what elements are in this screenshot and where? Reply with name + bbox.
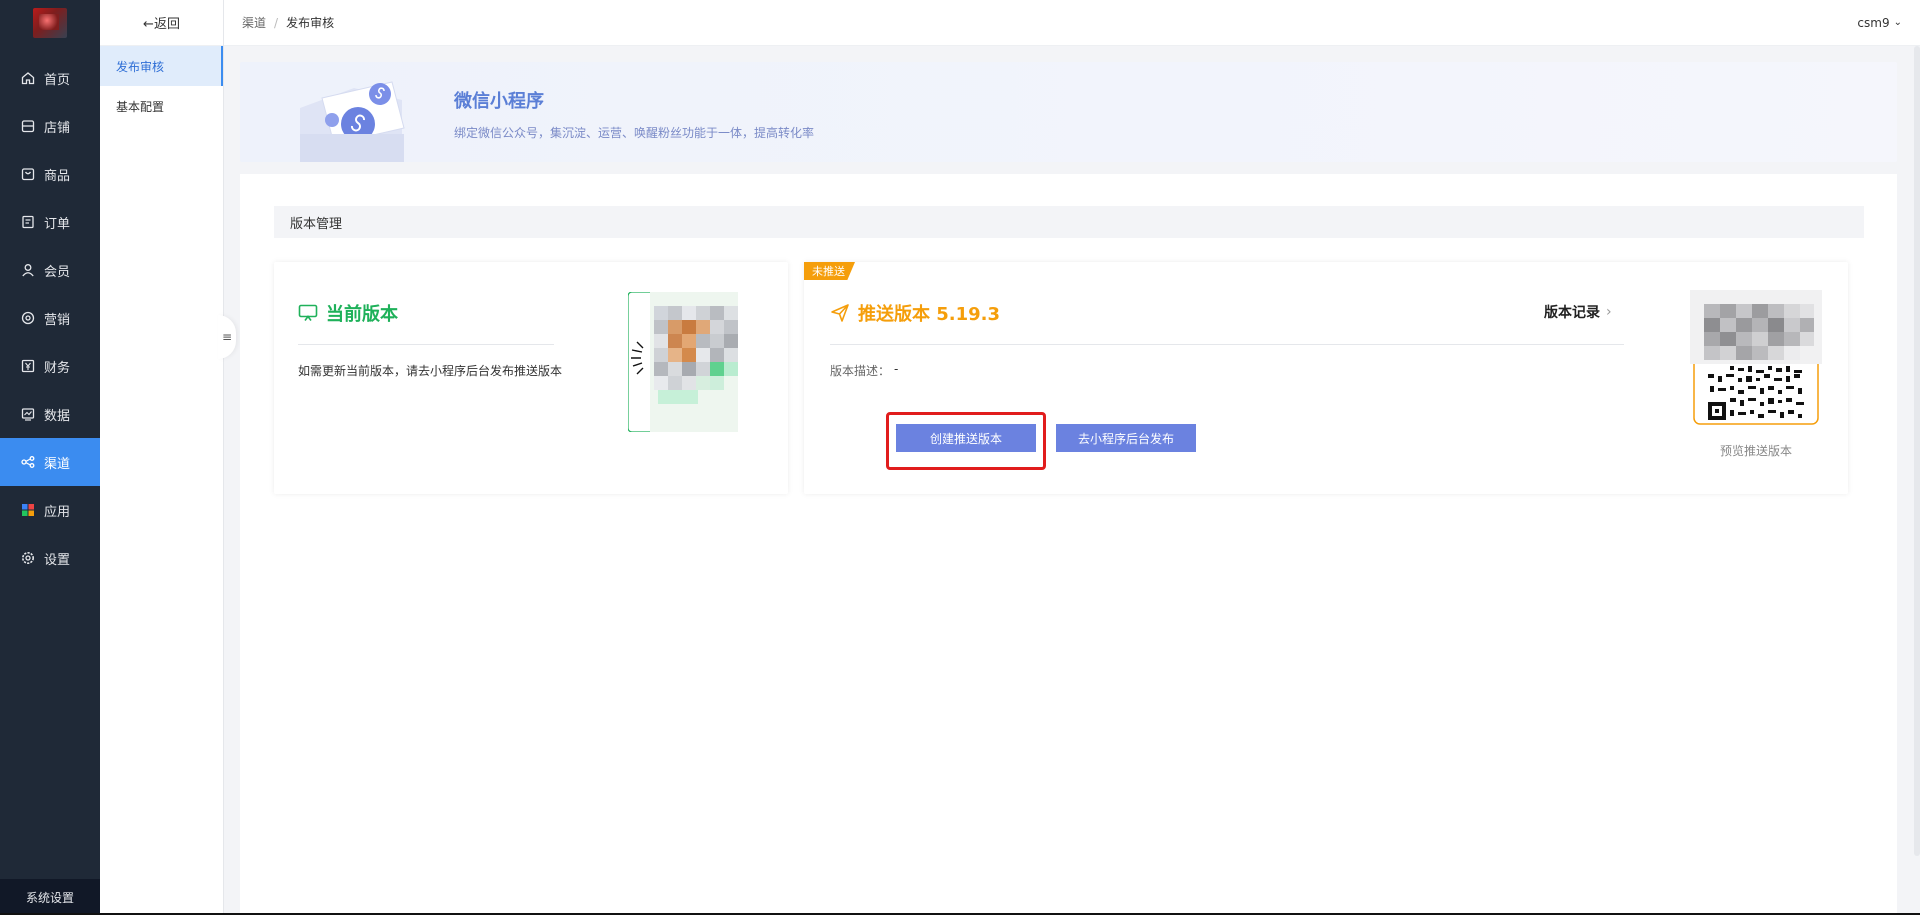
sidebar-item-label: 数据 bbox=[44, 408, 71, 424]
system-settings-button[interactable]: 系统设置 bbox=[0, 879, 100, 915]
sidebar-item-members[interactable]: 会员 bbox=[0, 246, 100, 294]
main-sidebar: 首页 店铺 商品 订单 会员 营销 财务 数据 渠道 应用 设置 系统设置 bbox=[0, 0, 100, 915]
subnav-item-basic-config[interactable]: 基本配置 bbox=[100, 86, 223, 126]
order-icon bbox=[20, 214, 36, 230]
sidebar-item-label: 营销 bbox=[44, 312, 71, 328]
push-version-card: 未推送 推送版本 5.19.3 版本记录 › 版本描述： - 创建推送版本 去小… bbox=[804, 262, 1848, 494]
preview-version-label: 预览推送版本 bbox=[1719, 444, 1792, 458]
breadcrumb: 渠道 / 发布审核 bbox=[242, 14, 334, 31]
username: csm9 bbox=[1857, 15, 1890, 30]
divider bbox=[298, 344, 554, 345]
chevron-right-icon: › bbox=[1606, 304, 1612, 320]
mini-program-banner: 微信小程序 绑定微信公众号，集沉淀、运营、唤醒粉丝功能于一体，提高转化率 bbox=[240, 62, 1897, 162]
monitor-icon bbox=[298, 304, 318, 322]
sidebar-item-channel[interactable]: 渠道 bbox=[0, 438, 100, 486]
main-nav: 首页 店铺 商品 订单 会员 营销 财务 数据 渠道 应用 设置 bbox=[0, 54, 100, 582]
sidebar-item-finance[interactable]: 财务 bbox=[0, 342, 100, 390]
breadcrumb-item-current: 发布审核 bbox=[286, 16, 335, 30]
push-version-title-text: 推送版本 5.19.3 bbox=[858, 304, 1001, 325]
apps-icon bbox=[20, 502, 36, 518]
current-version-title: 当前版本 bbox=[298, 300, 398, 326]
marketing-icon bbox=[20, 310, 36, 326]
collapse-sidebar-handle[interactable]: ≡ bbox=[218, 315, 236, 359]
status-badge: 未推送 bbox=[804, 262, 855, 280]
sidebar-item-marketing[interactable]: 营销 bbox=[0, 294, 100, 342]
version-record-label: 版本记录 bbox=[1544, 305, 1600, 321]
bag-icon bbox=[20, 166, 36, 182]
sidebar-item-apps[interactable]: 应用 bbox=[0, 486, 100, 534]
sidebar-item-data[interactable]: 数据 bbox=[0, 390, 100, 438]
logo bbox=[0, 0, 100, 46]
logo-image bbox=[33, 8, 67, 38]
sidebar-item-settings[interactable]: 设置 bbox=[0, 534, 100, 582]
version-panel: 版本管理 当前版本 如需更新当前版本，请去小程序后台发布推送版本 未推送 推送版… bbox=[240, 174, 1897, 915]
version-desc-value: - bbox=[894, 362, 899, 376]
sidebar-item-label: 商品 bbox=[44, 168, 71, 184]
divider bbox=[830, 344, 1624, 345]
current-version-card: 当前版本 如需更新当前版本，请去小程序后台发布推送版本 bbox=[274, 262, 788, 494]
sidebar-item-orders[interactable]: 订单 bbox=[0, 198, 100, 246]
sidebar-item-label: 店铺 bbox=[44, 120, 71, 136]
banner-title: 微信小程序 bbox=[454, 91, 544, 112]
chevron-down-icon: ⌄ bbox=[1893, 17, 1902, 28]
sidebar-item-label: 财务 bbox=[44, 360, 71, 376]
create-push-version-button[interactable]: 创建推送版本 bbox=[896, 424, 1036, 452]
chart-icon bbox=[20, 406, 36, 422]
preview-qr-code bbox=[1690, 290, 1822, 425]
finance-icon bbox=[20, 358, 36, 374]
sidebar-item-products[interactable]: 商品 bbox=[0, 150, 100, 198]
go-publish-button[interactable]: 去小程序后台发布 bbox=[1056, 424, 1196, 452]
top-header: 渠道 / 发布审核 csm9 ⌄ bbox=[224, 0, 1920, 46]
sidebar-item-label: 应用 bbox=[44, 504, 71, 520]
sidebar-item-label: 首页 bbox=[44, 72, 71, 88]
subnav-item-publish-review[interactable]: 发布审核 bbox=[100, 46, 223, 86]
gear-icon bbox=[20, 550, 36, 566]
store-icon bbox=[20, 118, 36, 134]
send-icon bbox=[830, 303, 850, 323]
user-icon bbox=[20, 262, 36, 278]
sidebar-item-label: 订单 bbox=[44, 216, 71, 232]
version-desc-label: 版本描述： bbox=[830, 364, 891, 378]
sidebar-item-store[interactable]: 店铺 bbox=[0, 102, 100, 150]
menu-icon: ≡ bbox=[221, 330, 233, 344]
push-version-title: 推送版本 5.19.3 bbox=[830, 300, 1000, 326]
home-icon bbox=[20, 70, 36, 86]
main-content: 微信小程序 绑定微信公众号，集沉淀、运营、唤醒粉丝功能于一体，提高转化率 版本管… bbox=[240, 62, 1897, 915]
section-title: 版本管理 bbox=[274, 206, 1864, 238]
current-version-qr-code bbox=[628, 292, 738, 432]
breadcrumb-separator: / bbox=[274, 15, 279, 30]
sub-sidebar: ←返回 发布审核 基本配置 bbox=[100, 0, 224, 915]
scrollbar[interactable] bbox=[1914, 46, 1920, 856]
sidebar-item-label: 设置 bbox=[44, 552, 71, 568]
version-record-link[interactable]: 版本记录 › bbox=[1544, 302, 1612, 322]
sidebar-item-label: 会员 bbox=[44, 264, 71, 280]
sidebar-item-home[interactable]: 首页 bbox=[0, 54, 100, 102]
sidebar-item-label: 渠道 bbox=[44, 456, 71, 472]
user-menu[interactable]: csm9 ⌄ bbox=[1857, 16, 1902, 30]
current-version-title-text: 当前版本 bbox=[326, 304, 398, 325]
current-version-desc: 如需更新当前版本，请去小程序后台发布推送版本 bbox=[298, 364, 563, 378]
banner-subtitle: 绑定微信公众号，集沉淀、运营、唤醒粉丝功能于一体，提高转化率 bbox=[454, 126, 815, 140]
mini-program-illustration bbox=[300, 81, 405, 162]
channel-icon bbox=[20, 454, 36, 470]
back-button[interactable]: ←返回 bbox=[100, 0, 223, 46]
breadcrumb-item-channel[interactable]: 渠道 bbox=[242, 14, 266, 31]
